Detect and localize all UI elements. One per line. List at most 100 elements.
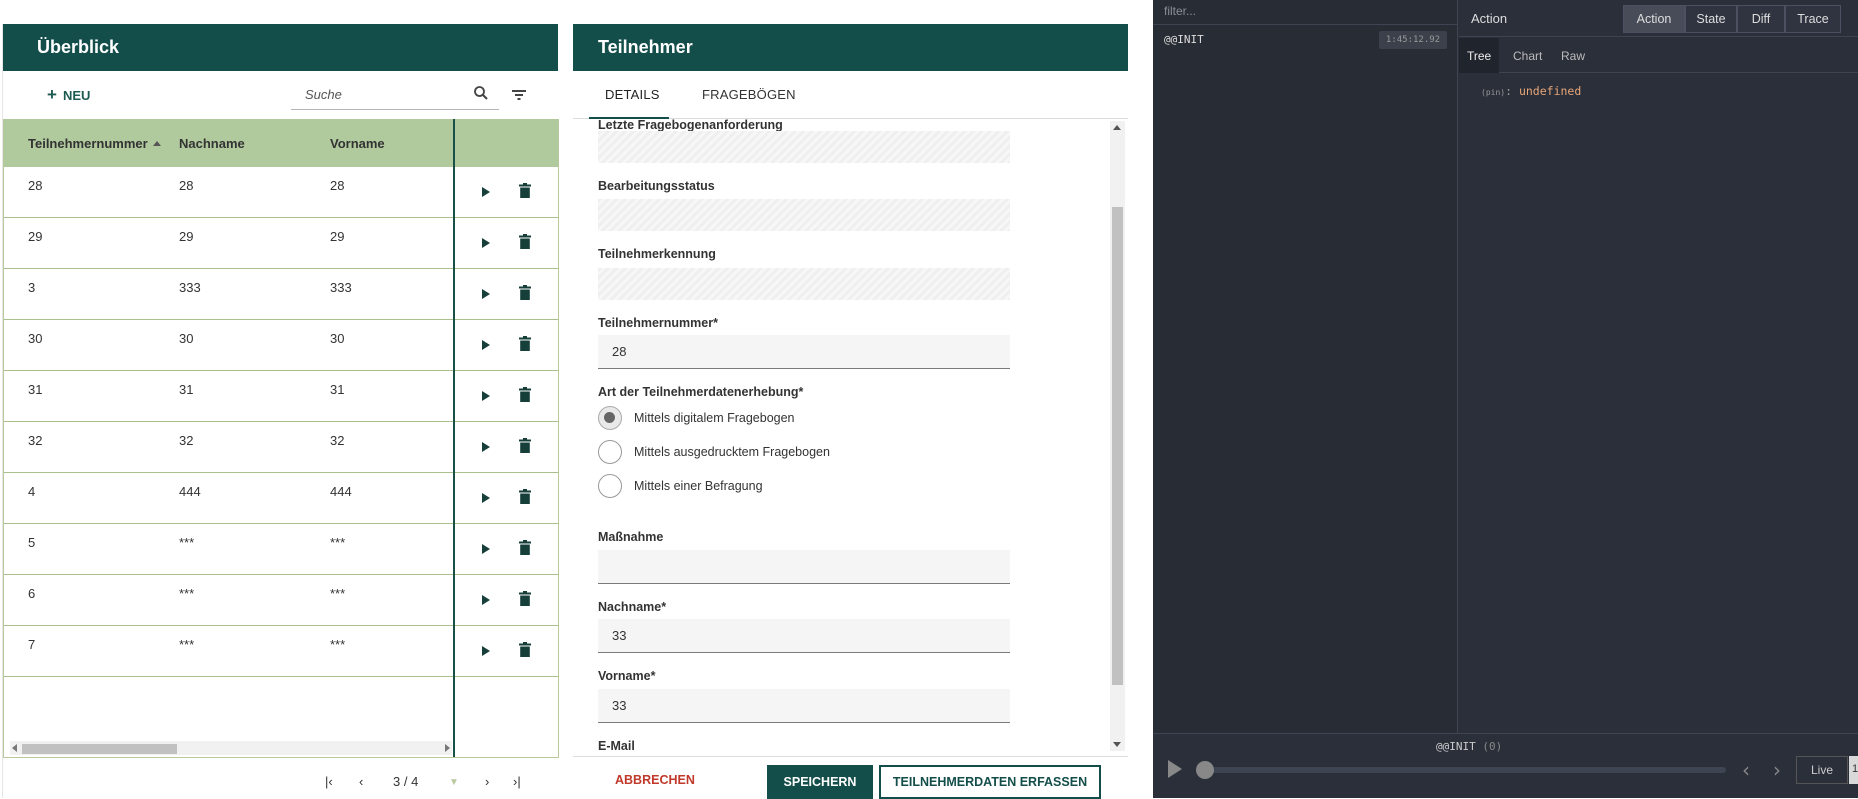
radio-printed[interactable]: Mittels ausgedrucktem Fragebogen xyxy=(598,440,830,464)
filter-icon[interactable] xyxy=(509,85,529,105)
play-icon[interactable] xyxy=(482,187,490,197)
trash-icon[interactable] xyxy=(519,336,531,351)
status-field xyxy=(598,199,1010,231)
column-header-number-label: Teilnehmernummer xyxy=(28,136,148,151)
action-list-item[interactable]: @@INIT xyxy=(1164,33,1204,46)
table-row[interactable]: 32 32 32 xyxy=(4,422,558,473)
column-header-firstname[interactable]: Vorname xyxy=(330,136,385,151)
next-page-icon[interactable]: › xyxy=(485,774,489,789)
column-header-lastname[interactable]: Nachname xyxy=(179,136,245,151)
play-icon[interactable] xyxy=(482,442,490,452)
lastname-input[interactable]: 33 xyxy=(598,619,1010,653)
overview-header: Überblick xyxy=(3,24,558,71)
trash-icon[interactable] xyxy=(519,540,531,555)
scroll-left-icon[interactable] xyxy=(12,744,17,752)
table-row[interactable]: 6 *** *** xyxy=(4,575,558,626)
participant-number-input[interactable]: 28 xyxy=(598,335,1010,369)
table-row[interactable]: 5 *** *** xyxy=(4,524,558,575)
mode-tab-action[interactable]: Action xyxy=(1623,5,1685,33)
table-row[interactable]: 4 444 444 xyxy=(4,473,558,524)
search-input[interactable] xyxy=(291,79,461,109)
table-row[interactable]: 7 *** *** xyxy=(4,626,558,677)
last-page-icon[interactable]: ›| xyxy=(513,774,521,789)
search-icon[interactable] xyxy=(473,85,489,101)
timeline-slider-knob[interactable] xyxy=(1196,761,1214,779)
play-icon[interactable] xyxy=(482,493,490,503)
sticky-column-divider xyxy=(453,119,455,757)
column-header-number[interactable]: Teilnehmernummer xyxy=(28,136,161,151)
play-icon[interactable] xyxy=(1168,760,1182,778)
table-row[interactable]: 3 333 333 xyxy=(4,269,558,320)
cell-lastname: 32 xyxy=(179,433,194,448)
timeline-bar: @@INIT (0) ‹ › Live 1 xyxy=(1153,733,1858,798)
trash-icon[interactable] xyxy=(519,642,531,657)
trash-icon[interactable] xyxy=(519,183,531,198)
new-button-label: NEU xyxy=(62,87,91,103)
horizontal-scroll-thumb[interactable] xyxy=(22,744,177,754)
timeline-slider[interactable] xyxy=(1205,767,1726,773)
play-icon[interactable] xyxy=(482,391,490,401)
page-dropdown-icon[interactable]: ▼ xyxy=(449,777,459,788)
first-page-icon[interactable]: |‹ xyxy=(325,774,333,789)
step-forward-icon[interactable]: › xyxy=(1773,758,1781,782)
new-button[interactable]: + NEU xyxy=(47,85,90,105)
overview-toolbar: + NEU xyxy=(3,71,558,119)
view-tab-tree[interactable]: Tree xyxy=(1459,38,1500,73)
scroll-down-icon[interactable] xyxy=(1113,742,1121,747)
cell-lastname: *** xyxy=(179,637,195,652)
radio-digital[interactable]: Mittels digitalem Fragebogen xyxy=(598,406,795,430)
play-icon[interactable] xyxy=(482,595,490,605)
trash-icon[interactable] xyxy=(519,285,531,300)
mode-tab-state[interactable]: State xyxy=(1685,5,1737,33)
play-icon[interactable] xyxy=(482,646,490,656)
trash-icon[interactable] xyxy=(519,489,531,504)
play-icon[interactable] xyxy=(482,544,490,554)
vertical-scroll-thumb[interactable] xyxy=(1112,207,1123,685)
email-label: E-Mail xyxy=(598,739,635,753)
trash-icon[interactable] xyxy=(519,591,531,606)
cell-number: 32 xyxy=(28,433,43,448)
cell-firstname: *** xyxy=(330,535,346,550)
live-button[interactable]: Live xyxy=(1796,756,1848,784)
trash-icon[interactable] xyxy=(519,438,531,453)
scroll-up-icon[interactable] xyxy=(1113,125,1121,130)
firstname-label: Vorname* xyxy=(598,669,656,683)
participant-panel: Teilnehmer DETAILS FRAGEBÖGEN Letzte Fra… xyxy=(573,24,1128,799)
record-participant-data-button[interactable]: TEILNEHMERDATEN ERFASSEN xyxy=(879,765,1101,799)
trash-icon[interactable] xyxy=(519,387,531,402)
table-row[interactable]: 30 30 30 xyxy=(4,320,558,371)
cell-firstname: 32 xyxy=(330,433,345,448)
table-row[interactable]: 28 28 28 xyxy=(4,167,558,218)
save-button[interactable]: SPEICHERN xyxy=(767,765,873,799)
cell-firstname: *** xyxy=(330,586,346,601)
view-tab-chart[interactable]: Chart xyxy=(1505,38,1550,73)
action-filter-input[interactable]: filter... xyxy=(1153,0,1457,25)
mode-tab-trace[interactable]: Trace xyxy=(1785,5,1841,33)
view-tab-raw[interactable]: Raw xyxy=(1553,38,1593,73)
measure-input[interactable] xyxy=(598,550,1010,584)
trash-icon[interactable] xyxy=(519,234,531,249)
cancel-button[interactable]: ABBRECHEN xyxy=(615,773,695,787)
table-row[interactable]: 31 31 31 xyxy=(4,371,558,422)
participant-header: Teilnehmer xyxy=(573,24,1128,71)
cell-lastname: 333 xyxy=(179,280,201,295)
state-key: (pin) xyxy=(1481,88,1506,97)
play-icon[interactable] xyxy=(482,238,490,248)
tab-details[interactable]: DETAILS xyxy=(605,87,660,102)
inspector-title: Action xyxy=(1471,11,1508,26)
overview-title: Überblick xyxy=(37,37,120,57)
step-back-icon[interactable]: ‹ xyxy=(1742,758,1750,782)
firstname-input[interactable]: 33 xyxy=(598,689,1010,723)
tab-questionnaires[interactable]: FRAGEBÖGEN xyxy=(702,87,796,102)
horizontal-scrollbar[interactable] xyxy=(10,741,452,755)
previous-page-icon[interactable]: ‹ xyxy=(359,774,363,789)
radio-interview[interactable]: Mittels einer Befragung xyxy=(598,474,763,498)
play-icon[interactable] xyxy=(482,340,490,350)
cell-number: 30 xyxy=(28,331,43,346)
radio-printed-label: Mittels ausgedrucktem Fragebogen xyxy=(634,445,830,459)
form-vertical-scrollbar[interactable] xyxy=(1110,121,1125,751)
table-row[interactable]: 29 29 29 xyxy=(4,218,558,269)
mode-tab-diff[interactable]: Diff xyxy=(1737,5,1785,33)
play-icon[interactable] xyxy=(482,289,490,299)
scroll-right-icon[interactable] xyxy=(445,744,450,752)
